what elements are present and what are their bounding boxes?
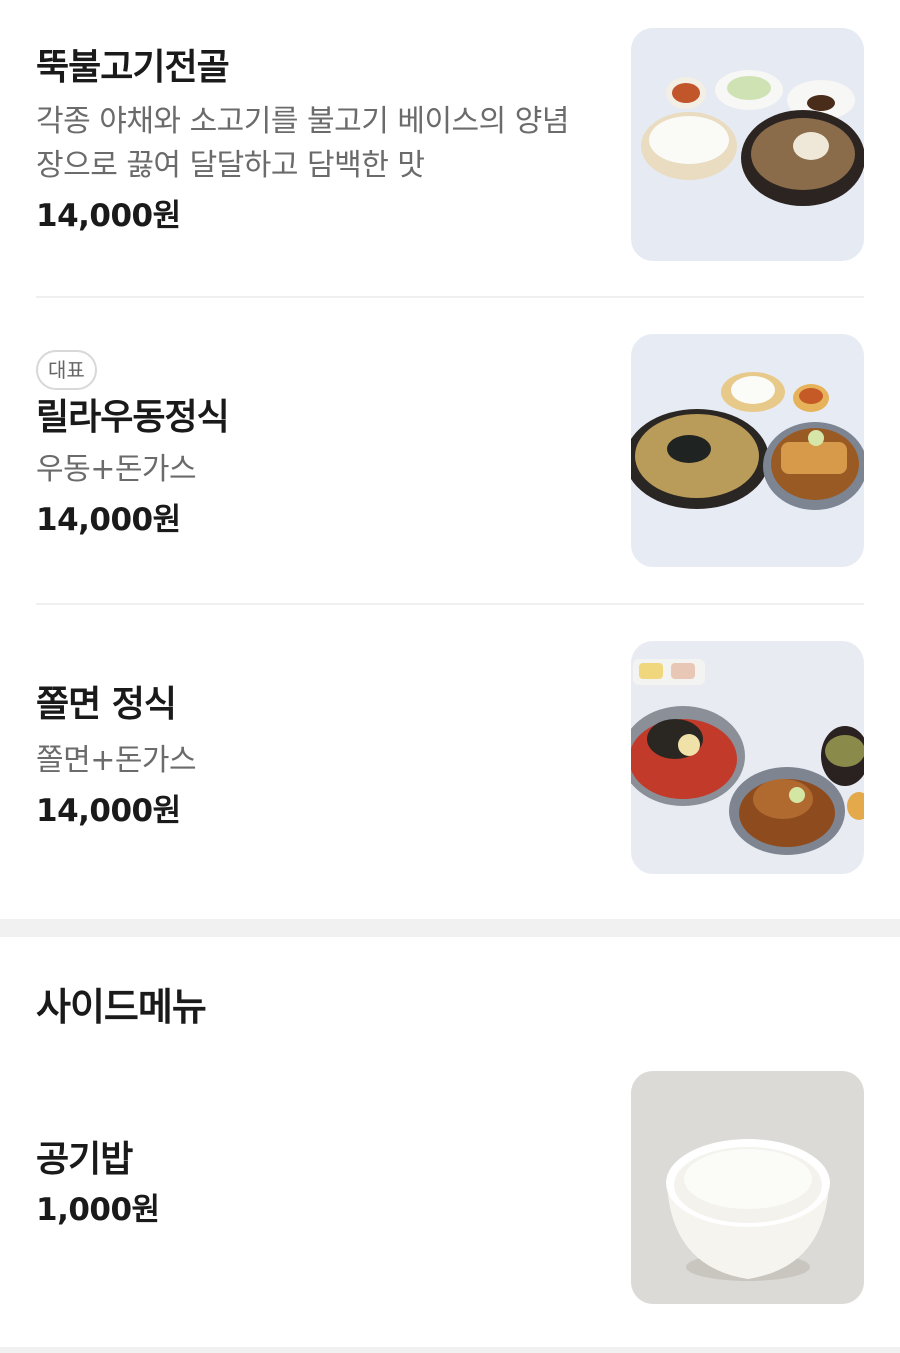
- section-separator: [0, 1347, 900, 1353]
- rice-bowl-photo[interactable]: [631, 1071, 864, 1304]
- item-name: 쫄면 정식: [36, 684, 177, 725]
- item-description-line: 쫄면+돈가스: [36, 743, 197, 778]
- menu-item-rice[interactable]: 공기밥 1,000원: [0, 1040, 900, 1340]
- item-name: 릴라우동정식: [36, 397, 230, 438]
- item-price: 14,000원: [36, 198, 181, 234]
- jjolmyeon-set-photo[interactable]: [631, 641, 864, 874]
- menu-item-jjolmyeon-set[interactable]: 쫄면 정식 쫄면+돈가스 14,000원: [0, 605, 900, 917]
- item-price: 14,000원: [36, 793, 181, 829]
- item-price: 14,000원: [36, 502, 181, 538]
- item-name: 공기밥: [36, 1139, 133, 1180]
- item-price: 1,000원: [36, 1192, 160, 1228]
- menu-item-bulgogi-hotpot[interactable]: 뚝불고기전골 각종 야채와 소고기를 불고기 베이스의 양념 장으로 끓여 달달…: [0, 0, 900, 296]
- item-description-line: 우동+돈가스: [36, 452, 197, 487]
- item-description-line: 각종 야채와 소고기를 불고기 베이스의 양념: [36, 104, 569, 139]
- udon-set-photo[interactable]: [631, 334, 864, 567]
- signature-badge: 대표: [36, 350, 97, 390]
- item-name: 뚝불고기전골: [36, 47, 230, 88]
- item-description-line: 장으로 끓여 달달하고 담백한 맛: [36, 148, 425, 183]
- section-separator: [0, 919, 900, 937]
- menu-item-lila-udon-set[interactable]: 대표 릴라우동정식 우동+돈가스 14,000원: [0, 298, 900, 603]
- section-title-side-menu: 사이드메뉴: [36, 985, 207, 1029]
- bulgogi-hotpot-photo[interactable]: [631, 28, 864, 261]
